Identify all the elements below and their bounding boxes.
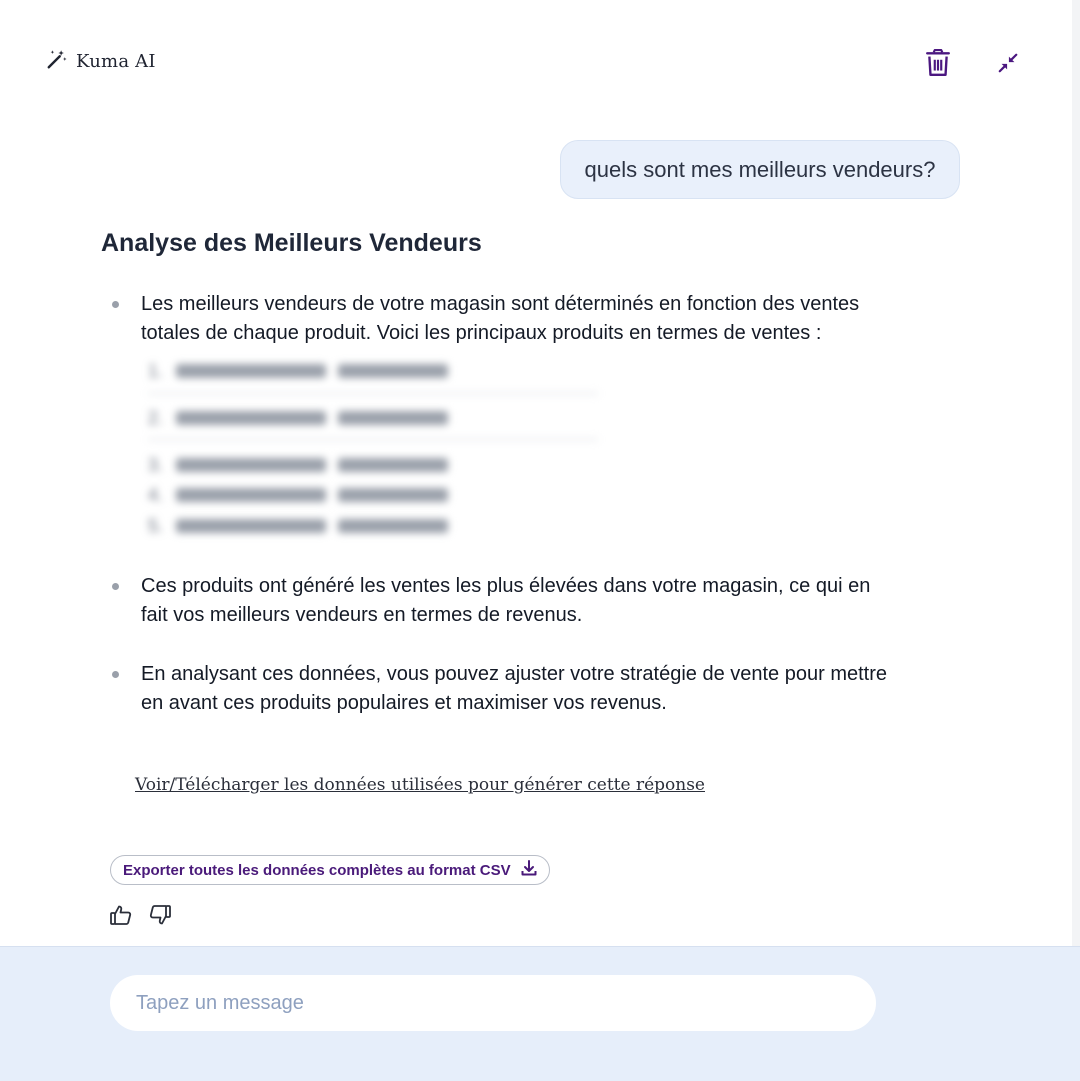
bullet-dot xyxy=(112,301,119,308)
answer-bullet: Ces produits ont généré les ventes les p… xyxy=(112,572,902,630)
download-icon xyxy=(521,859,537,881)
brand: Kuma AI xyxy=(46,48,156,75)
collapse-icon xyxy=(997,52,1019,79)
magic-wand-icon xyxy=(46,48,68,75)
collapse-chat-button[interactable] xyxy=(990,47,1026,83)
composer-bar xyxy=(0,946,1080,1081)
export-csv-label: Exporter toutes les données complètes au… xyxy=(123,861,511,879)
like-button[interactable] xyxy=(109,903,133,927)
thumbs-up-icon xyxy=(109,905,133,931)
list-item: 5. xyxy=(148,515,518,537)
export-csv-button[interactable]: Exporter toutes les données complètes au… xyxy=(110,855,550,885)
list-item: 4. xyxy=(148,484,518,506)
answer-bullet-text: Ces produits ont généré les ventes les p… xyxy=(141,575,871,626)
user-message-text: quels sont mes meilleurs vendeurs? xyxy=(584,156,936,182)
answer-title: Analyse des Meilleurs Vendeurs xyxy=(101,229,482,257)
list-item: 3. xyxy=(148,454,518,476)
bullet-dot xyxy=(112,583,119,590)
delete-conversation-button[interactable] xyxy=(920,47,956,83)
thumbs-down-icon xyxy=(148,905,172,931)
answer-bullet-text: Les meilleurs vendeurs de votre magasin … xyxy=(141,293,860,344)
answer-bullet-text: En analysant ces données, vous pouvez aj… xyxy=(141,663,887,714)
message-input[interactable] xyxy=(110,975,876,1031)
scrollbar-track[interactable] xyxy=(1072,0,1080,946)
trash-icon xyxy=(925,48,951,82)
list-item: 1. xyxy=(148,360,518,382)
bullet-dot xyxy=(112,671,119,678)
list-item: 2. xyxy=(148,407,518,429)
brand-name: Kuma AI xyxy=(76,51,156,72)
user-message-bubble: quels sont mes meilleurs vendeurs? xyxy=(560,140,960,199)
answer-bullet: Les meilleurs vendeurs de votre magasin … xyxy=(112,290,902,348)
view-download-data-link[interactable]: Voir/Télécharger les données utilisées p… xyxy=(135,775,705,795)
answer-bullet: En analysant ces données, vous pouvez aj… xyxy=(112,660,902,718)
blurred-product-list: 1. 2. 3. 4. 5. xyxy=(78,355,912,550)
dislike-button[interactable] xyxy=(148,903,172,927)
